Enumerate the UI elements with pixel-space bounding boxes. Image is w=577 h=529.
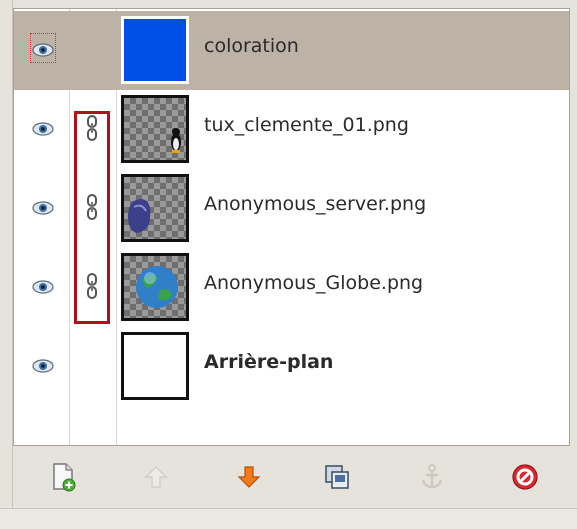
eye-icon[interactable] xyxy=(32,41,54,59)
lower-layer-button[interactable] xyxy=(232,460,266,494)
delete-layer-icon xyxy=(512,464,538,490)
dock-left-edge xyxy=(0,0,13,528)
layer-name[interactable]: coloration xyxy=(204,35,299,57)
layers-toolbar xyxy=(13,446,570,508)
anchor-layer-icon xyxy=(421,464,443,489)
raise-layer-icon xyxy=(144,466,168,488)
new-layer-button[interactable] xyxy=(46,460,80,494)
eye-icon[interactable] xyxy=(32,199,54,217)
layer-thumbnail[interactable] xyxy=(121,253,189,321)
layer-row-coloration[interactable]: coloration xyxy=(14,11,569,90)
tux-image xyxy=(171,128,181,153)
eye-icon[interactable] xyxy=(32,120,54,138)
layer-name[interactable]: Anonymous_Globe.png xyxy=(204,272,423,294)
anchor-layer-button[interactable] xyxy=(415,460,449,494)
raise-layer-button[interactable] xyxy=(139,460,173,494)
layer-name[interactable]: Arrière-plan xyxy=(204,351,333,373)
lower-layer-icon xyxy=(237,466,261,488)
layer-thumbnail[interactable] xyxy=(121,95,189,163)
duplicate-layer-icon xyxy=(325,465,349,489)
layer-thumbnail[interactable] xyxy=(121,174,189,242)
linked-layers-highlight xyxy=(74,111,110,324)
layer-thumbnail[interactable] xyxy=(121,332,189,400)
delete-layer-button[interactable] xyxy=(508,460,542,494)
server-image xyxy=(128,199,151,233)
duplicate-layer-button[interactable] xyxy=(320,460,354,494)
layer-thumbnail[interactable] xyxy=(121,16,189,84)
layers-list[interactable]: coloration tux_clemente_01.png Anonymous… xyxy=(13,8,570,446)
dock-bottom-bar xyxy=(0,508,577,529)
layer-row-background[interactable]: Arrière-plan xyxy=(14,327,569,406)
globe-image xyxy=(136,266,178,308)
eye-icon[interactable] xyxy=(32,357,54,375)
layer-name[interactable]: Anonymous_server.png xyxy=(204,193,426,215)
layer-name[interactable]: tux_clemente_01.png xyxy=(204,114,409,136)
eye-icon[interactable] xyxy=(32,278,54,296)
new-layer-icon xyxy=(53,463,76,492)
